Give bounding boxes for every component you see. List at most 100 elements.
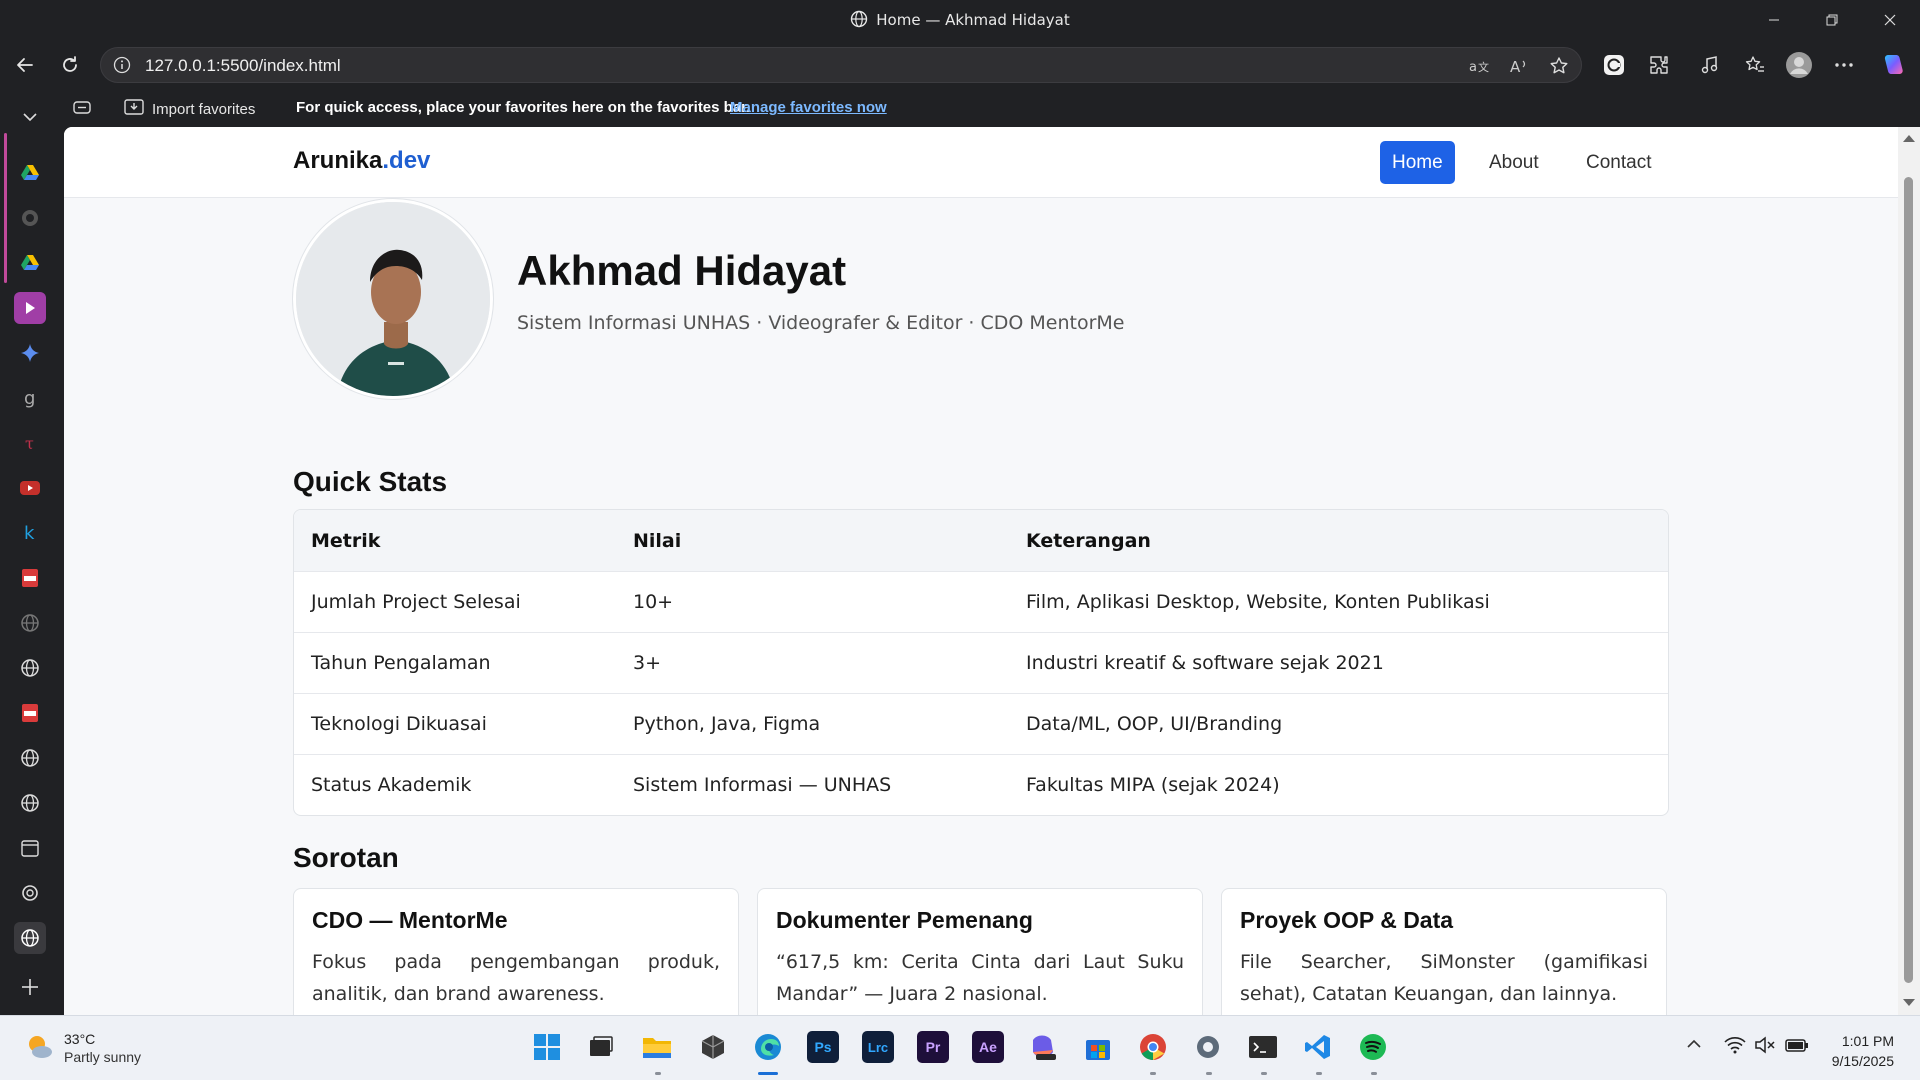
- site-info-icon[interactable]: [113, 56, 131, 78]
- page-scrollbar[interactable]: [1898, 127, 1920, 1015]
- table-row: Jumlah Project Selesai 10+ Film, Aplikas…: [294, 571, 1668, 632]
- task-view-icon[interactable]: [585, 1031, 617, 1063]
- favorites-bar: Import favorites For quick access, place…: [0, 89, 1920, 127]
- chrome-icon[interactable]: [1137, 1031, 1169, 1063]
- tab-youtube-icon[interactable]: [14, 472, 46, 504]
- copilot-icon[interactable]: [1877, 49, 1909, 81]
- restore-button[interactable]: [1810, 6, 1854, 34]
- tab-calendar-icon[interactable]: [14, 832, 46, 864]
- windows-taskbar: 33°C Partly sunny Ps Lrc Pr Ae 1:01 PM 9…: [0, 1015, 1920, 1080]
- table-cell: Python, Java, Figma: [633, 713, 821, 735]
- scroll-up-arrow-icon[interactable]: [1903, 135, 1915, 142]
- microsoft-365-icon[interactable]: [1027, 1031, 1059, 1063]
- highlight-card-title: Dokumenter Pemenang: [776, 907, 1033, 933]
- table-cell: Status Akademik: [311, 774, 472, 796]
- extensions-icon[interactable]: [1643, 49, 1675, 81]
- table-row: Status Akademik Sistem Informasi — UNHAS…: [294, 754, 1668, 815]
- vertical-tabs-sidebar: g τ k: [0, 89, 64, 1015]
- import-favorites-button[interactable]: Import favorites: [124, 98, 255, 120]
- speaker-muted-icon[interactable]: [1754, 1036, 1776, 1058]
- tab-gemini-icon[interactable]: [14, 337, 46, 369]
- site-brand-logo[interactable]: Arunika.dev: [293, 147, 430, 175]
- media-control-icon[interactable]: [1695, 49, 1727, 81]
- show-hidden-icons-chevron-icon[interactable]: [1686, 1036, 1702, 1056]
- clock-time: 1:01 PM: [1841, 1033, 1894, 1049]
- manage-favorites-link[interactable]: Manage favorites now: [730, 99, 887, 116]
- windows-start-icon[interactable]: [531, 1031, 563, 1063]
- url-text[interactable]: 127.0.0.1:5500/index.html: [145, 56, 341, 76]
- hero-subtitle: Sistem Informasi UNHAS · Videografer & E…: [517, 312, 1125, 334]
- brand-name: Arunika: [293, 147, 383, 174]
- refresh-button[interactable]: [54, 49, 86, 81]
- tab-pdf-icon-2[interactable]: [14, 697, 46, 729]
- table-cell: Fakultas MIPA (sejak 2024): [1026, 774, 1280, 796]
- photoshop-icon[interactable]: Ps: [807, 1031, 839, 1063]
- weather-widget[interactable]: 33°C Partly sunny: [24, 1030, 141, 1066]
- table-header-cell: Nilai: [633, 529, 682, 552]
- spotify-icon[interactable]: [1357, 1031, 1389, 1063]
- collapse-tabs-chevron-icon[interactable]: [14, 101, 46, 133]
- tab-openai-icon[interactable]: [14, 877, 46, 909]
- table-cell: Film, Aplikasi Desktop, Website, Konten …: [1026, 591, 1490, 613]
- edge-browser-icon[interactable]: [752, 1031, 784, 1063]
- nav-contact-link[interactable]: Contact: [1574, 141, 1663, 184]
- tab-g-icon[interactable]: g: [14, 382, 46, 414]
- tab-globe-icon-active[interactable]: [14, 922, 46, 954]
- tab-globe-icon-2[interactable]: [14, 652, 46, 684]
- terminal-icon[interactable]: [1247, 1031, 1279, 1063]
- table-cell: Data/ML, OOP, UI/Branding: [1026, 713, 1283, 735]
- favorites-icon[interactable]: [1739, 49, 1771, 81]
- table-cell: Teknologi Dikuasai: [311, 713, 487, 735]
- read-aloud-icon[interactable]: A: [1507, 54, 1531, 78]
- svg-text:A: A: [1510, 58, 1521, 75]
- tab-google-drive-icon[interactable]: [14, 157, 46, 189]
- vertical-tabs-toggle-icon[interactable]: [72, 99, 92, 121]
- tab-globe-icon-4[interactable]: [14, 787, 46, 819]
- tab-k-icon[interactable]: k: [14, 517, 46, 549]
- scrollbar-thumb[interactable]: [1904, 177, 1913, 983]
- table-cell: Tahun Pengalaman: [311, 652, 491, 674]
- close-button[interactable]: [1868, 6, 1912, 34]
- minimize-button[interactable]: [1752, 6, 1796, 34]
- highlights-title: Sorotan: [293, 842, 399, 873]
- tab-pdf-icon[interactable]: [14, 562, 46, 594]
- after-effects-icon[interactable]: Ae: [972, 1031, 1004, 1063]
- system-clock[interactable]: 1:01 PM 9/15/2025: [1832, 1031, 1894, 1071]
- file-explorer-icon[interactable]: [641, 1031, 673, 1063]
- microsoft-store-icon[interactable]: [1082, 1031, 1114, 1063]
- more-options-icon[interactable]: [1828, 49, 1860, 81]
- address-bar[interactable]: 127.0.0.1:5500/index.html a文 A: [100, 47, 1582, 83]
- table-cell: 10+: [633, 591, 674, 613]
- tab-globe-icon-1[interactable]: [14, 607, 46, 639]
- tab-globe-icon-3[interactable]: [14, 742, 46, 774]
- partly-sunny-icon: [24, 1031, 54, 1066]
- tab-github-icon[interactable]: [14, 202, 46, 234]
- tab-google-drive-icon-2[interactable]: [14, 247, 46, 279]
- tab-video-player-icon[interactable]: [14, 292, 46, 324]
- highlight-card: Proyek OOP & Data File Searcher, SiMonst…: [1221, 888, 1667, 1015]
- highlight-card-text: File Searcher, SiMonster (gamifikasi seh…: [1240, 951, 1648, 1005]
- new-tab-plus-icon[interactable]: [14, 971, 46, 1003]
- tab-t-icon[interactable]: τ: [14, 427, 46, 459]
- vscode-icon[interactable]: [1302, 1031, 1334, 1063]
- nav-home-link[interactable]: Home: [1380, 141, 1455, 184]
- nav-about-link[interactable]: About: [1477, 141, 1551, 184]
- title-bar: Home — Akhmad Hidayat: [0, 0, 1920, 41]
- unity-icon[interactable]: [697, 1031, 729, 1063]
- battery-icon[interactable]: [1785, 1036, 1809, 1058]
- settings-gear-icon[interactable]: [1192, 1031, 1224, 1063]
- wifi-icon[interactable]: [1724, 1036, 1746, 1058]
- quick-stats-title: Quick Stats: [293, 466, 448, 497]
- profile-avatar[interactable]: [1783, 49, 1815, 81]
- back-button[interactable]: [9, 49, 41, 81]
- svg-text:k: k: [24, 523, 35, 543]
- import-favorites-label: Import favorites: [152, 100, 256, 118]
- table-cell: Jumlah Project Selesai: [311, 591, 521, 613]
- translate-icon[interactable]: a文: [1467, 54, 1491, 78]
- lightroom-classic-icon[interactable]: Lrc: [862, 1031, 894, 1063]
- premiere-pro-icon[interactable]: Pr: [917, 1031, 949, 1063]
- highlight-card-text: Fokus pada pengembangan produk, analitik…: [312, 951, 720, 1005]
- scroll-down-arrow-icon[interactable]: [1903, 999, 1915, 1006]
- copilot-extension-icon[interactable]: [1598, 49, 1630, 81]
- favorite-star-icon[interactable]: [1547, 54, 1571, 78]
